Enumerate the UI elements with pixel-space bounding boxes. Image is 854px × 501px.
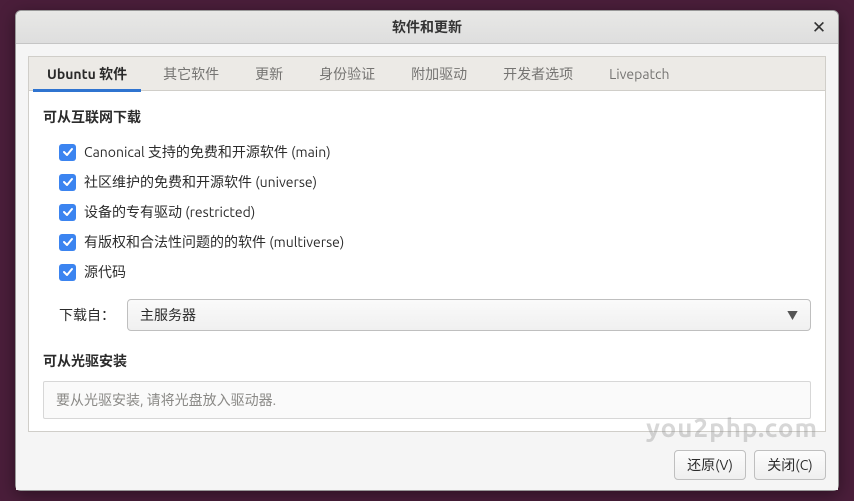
checkbox-row-source[interactable]: 源代码 (59, 257, 811, 287)
tab-developer-options[interactable]: 开发者选项 (485, 57, 591, 91)
checkbox-restricted-label: 设备的专有驱动 (restricted) (84, 202, 255, 222)
checkbox-universe-icon[interactable] (59, 174, 76, 191)
checkbox-source-label: 源代码 (84, 262, 126, 282)
tab-other-software[interactable]: 其它软件 (145, 57, 237, 91)
download-from-label: 下载自： (59, 305, 115, 325)
internet-section-title: 可从互联网下载 (43, 107, 811, 127)
checkbox-row-restricted[interactable]: 设备的专有驱动 (restricted) (59, 197, 811, 227)
download-from-row: 下载自： 主服务器 ▼ (59, 299, 811, 331)
checkbox-main-icon[interactable] (59, 144, 76, 161)
tab-livepatch[interactable]: Livepatch (591, 57, 687, 91)
download-server-selected: 主服务器 (140, 305, 196, 325)
close-icon[interactable]: ✕ (808, 17, 830, 39)
tab-additional-drivers[interactable]: 附加驱动 (393, 57, 485, 91)
tab-bar: Ubuntu 软件 其它软件 更新 身份验证 附加驱动 开发者选项 Livepa… (28, 56, 826, 90)
checkbox-source-icon[interactable] (59, 264, 76, 281)
cd-placeholder-text: 要从光驱安装, 请将光盘放入驱动器. (56, 390, 276, 410)
window-title: 软件和更新 (392, 17, 462, 37)
checkbox-multiverse-label: 有版权和合法性问题的的软件 (multiverse) (84, 232, 344, 252)
internet-sources-list: Canonical 支持的免费和开源软件 (main) 社区维护的免费和开源软件… (59, 137, 811, 287)
titlebar: 软件和更新 ✕ (16, 11, 838, 44)
checkbox-row-universe[interactable]: 社区维护的免费和开源软件 (universe) (59, 167, 811, 197)
checkbox-multiverse-icon[interactable] (59, 234, 76, 251)
dialog-footer: 还原(V) 关闭(C) (16, 444, 838, 490)
cd-install-placeholder: 要从光驱安装, 请将光盘放入驱动器. (43, 381, 811, 419)
checkbox-restricted-icon[interactable] (59, 204, 76, 221)
checkbox-row-main[interactable]: Canonical 支持的免费和开源软件 (main) (59, 137, 811, 167)
tabs-container: Ubuntu 软件 其它软件 更新 身份验证 附加驱动 开发者选项 Livepa… (16, 44, 838, 90)
tab-content: 可从互联网下载 Canonical 支持的免费和开源软件 (main) 社区维护… (28, 90, 826, 432)
checkbox-main-label: Canonical 支持的免费和开源软件 (main) (84, 142, 331, 162)
tab-authentication[interactable]: 身份验证 (301, 57, 393, 91)
tab-updates[interactable]: 更新 (237, 57, 301, 91)
tab-ubuntu-software[interactable]: Ubuntu 软件 (29, 57, 145, 91)
close-button[interactable]: 关闭(C) (754, 450, 826, 480)
chevron-down-icon: ▼ (787, 307, 798, 323)
download-server-combobox[interactable]: 主服务器 ▼ (127, 299, 811, 331)
checkbox-row-multiverse[interactable]: 有版权和合法性问题的的软件 (multiverse) (59, 227, 811, 257)
revert-button[interactable]: 还原(V) (674, 450, 746, 480)
checkbox-universe-label: 社区维护的免费和开源软件 (universe) (84, 172, 317, 192)
software-updates-window: 软件和更新 ✕ Ubuntu 软件 其它软件 更新 身份验证 附加驱动 开发者选… (15, 10, 839, 491)
cd-section-title: 可从光驱安装 (43, 351, 811, 371)
